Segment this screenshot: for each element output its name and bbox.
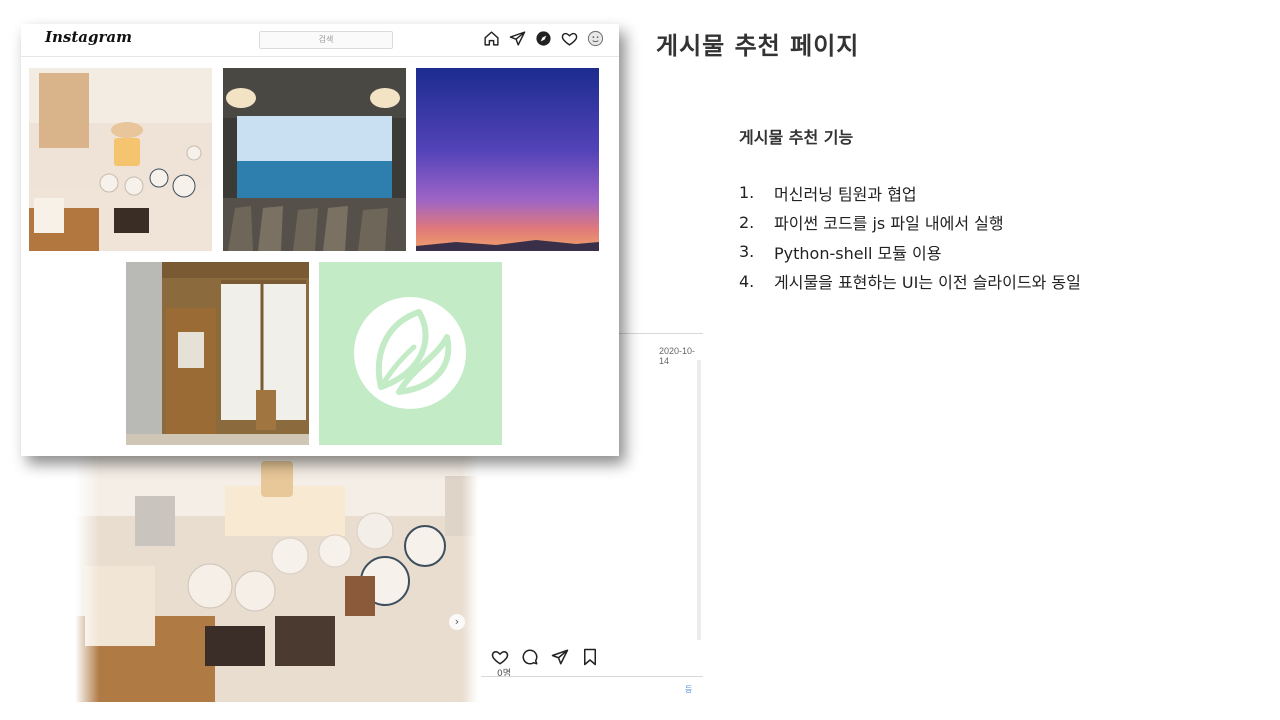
feature-number: 3. [739, 242, 755, 262]
slide-title: 게시물 추천 페이지 [656, 32, 860, 60]
bookmark-icon[interactable] [581, 648, 599, 666]
feature-text: 파이썬 코드를 js 파일 내에서 실행 [774, 214, 1004, 234]
feature-number: 4. [739, 271, 755, 291]
feature-text: 머신러닝 팀원과 협업 [774, 184, 917, 204]
explore-icon[interactable] [535, 30, 552, 47]
feature-item-3: 3. Python-shell 모듈 이용 [739, 237, 1081, 267]
like-count: 0명 [497, 669, 512, 679]
direct-icon[interactable] [509, 30, 526, 47]
post-action-bar [491, 648, 611, 666]
sunset-sky-photo[interactable] [416, 68, 599, 251]
post-footer-divider [481, 676, 703, 677]
ocean-view-cafe-photo[interactable] [223, 68, 406, 251]
comments-scrollbar[interactable] [697, 360, 701, 640]
feature-number: 1. [739, 183, 755, 203]
feature-section-title: 게시물 추천 기능 [739, 128, 854, 147]
next-photo-arrow[interactable]: › [449, 614, 465, 630]
feature-item-4: 4. 게시물을 표현하는 UI는 이전 슬라이드와 동일 [739, 267, 1081, 297]
post-link-fragment[interactable]: 등 [685, 684, 692, 695]
search-input[interactable]: 검색 [259, 31, 393, 49]
home-icon[interactable] [483, 30, 500, 47]
activity-heart-icon[interactable] [561, 30, 578, 47]
like-heart-icon[interactable] [491, 648, 509, 666]
profile-avatar-icon[interactable] [587, 30, 604, 47]
share-icon[interactable] [551, 648, 569, 666]
leaf-logo-placeholder[interactable] [319, 262, 502, 445]
pottery-shop-photo[interactable] [29, 68, 212, 251]
wooden-door-storefront-photo[interactable] [126, 262, 309, 445]
top-navigation-bar: Instagram 검색 [21, 24, 619, 57]
feature-text: Python-shell 모듈 이용 [774, 243, 942, 263]
feature-item-1: 1. 머신러닝 팀원과 협업 [739, 178, 1081, 208]
comment-icon[interactable] [521, 648, 539, 666]
post-header-divider [619, 333, 703, 334]
nav-icons [483, 30, 613, 47]
post-photo: › [75, 456, 478, 702]
feature-item-2: 2. 파이썬 코드를 js 파일 내에서 실행 [739, 208, 1081, 238]
instagram-logo[interactable]: Instagram [45, 28, 132, 46]
feature-number: 2. [739, 212, 755, 232]
feature-list: 1. 머신러닝 팀원과 협업 2. 파이썬 코드를 js 파일 내에서 실행 3… [739, 178, 1081, 296]
feature-text: 게시물을 표현하는 UI는 이전 슬라이드와 동일 [774, 273, 1081, 293]
explore-page-screenshot: Instagram 검색 [21, 24, 619, 456]
